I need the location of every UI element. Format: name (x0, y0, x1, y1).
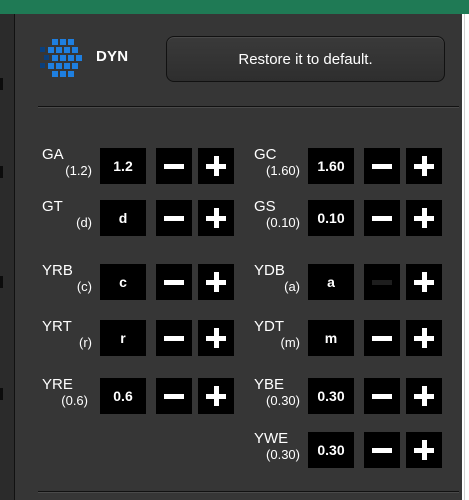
plus-icon (206, 386, 226, 406)
param-gt: GT (d) d (42, 198, 242, 238)
param-yrb: YRB (c) c (42, 262, 242, 302)
param-label: YWE (254, 430, 289, 447)
minus-icon (372, 335, 392, 341)
window-title-accent (0, 0, 469, 14)
plus-button[interactable] (198, 264, 234, 300)
param-label: GT (42, 198, 63, 215)
plus-button[interactable] (406, 148, 442, 184)
param-yrt: YRT (r) r (42, 318, 242, 358)
plus-icon (206, 156, 226, 176)
param-value: 1.2 (100, 148, 146, 184)
minus-button[interactable] (156, 264, 192, 300)
minus-icon (164, 335, 184, 341)
minus-button[interactable] (364, 432, 400, 468)
plus-icon (414, 440, 434, 460)
param-label: GA (42, 146, 64, 163)
minus-button[interactable] (156, 320, 192, 356)
param-yre: YRE (0.6) 0.6 (42, 376, 242, 416)
plus-button[interactable] (198, 200, 234, 236)
plus-icon (206, 208, 226, 228)
param-default: (c) (76, 279, 92, 294)
plus-button[interactable] (198, 148, 234, 184)
param-default: (0.10) (266, 215, 300, 230)
param-default: (0.6) (61, 393, 88, 408)
minus-icon (164, 279, 184, 285)
param-value: m (308, 320, 354, 356)
param-gs: GS (0.10) 0.10 (254, 198, 454, 238)
minus-button[interactable] (364, 200, 400, 236)
param-value: 1.60 (308, 148, 354, 184)
param-value: c (100, 264, 146, 300)
right-edge (462, 14, 469, 500)
minus-button[interactable] (156, 378, 192, 414)
divider-top (38, 106, 459, 108)
plus-button[interactable] (406, 432, 442, 468)
plus-icon (414, 156, 434, 176)
param-value: 0.30 (308, 378, 354, 414)
param-default: (1.60) (266, 163, 300, 178)
param-label: GS (254, 198, 276, 215)
plus-button[interactable] (198, 378, 234, 414)
param-label: GC (254, 146, 277, 163)
app-window: DYN Restore it to default. GA (1.2) 1.2 … (0, 0, 469, 500)
param-default: (0.30) (266, 393, 300, 408)
plus-icon (414, 208, 434, 228)
minus-icon (372, 215, 392, 221)
plus-button[interactable] (406, 200, 442, 236)
plus-icon (414, 328, 434, 348)
param-value: 0.30 (308, 432, 354, 468)
param-ydt: YDT (m) m (254, 318, 454, 358)
param-label: YBE (254, 376, 285, 393)
param-gc: GC (1.60) 1.60 (254, 146, 454, 186)
param-ydb: YDB (a) a (254, 262, 454, 302)
param-default: (d) (76, 215, 92, 230)
plus-icon (414, 272, 434, 292)
minus-button[interactable] (156, 200, 192, 236)
minus-button-disabled (364, 264, 400, 300)
plus-icon (414, 386, 434, 406)
minus-icon (372, 447, 392, 453)
minus-icon (164, 163, 184, 169)
plus-button[interactable] (406, 378, 442, 414)
param-ybe: YBE (0.30) 0.30 (254, 376, 454, 416)
param-value: r (100, 320, 146, 356)
param-default: (0.30) (266, 447, 300, 462)
plus-icon (206, 328, 226, 348)
minus-button[interactable] (156, 148, 192, 184)
param-label: YDT (254, 318, 284, 335)
minus-icon (164, 215, 184, 221)
minus-button[interactable] (364, 378, 400, 414)
settings-panel (15, 14, 462, 500)
param-default: (1.2) (65, 163, 92, 178)
param-default: (r) (79, 335, 92, 350)
dyn-logo-icon (37, 36, 93, 84)
param-label: YRB (42, 262, 73, 279)
param-value: a (308, 264, 354, 300)
left-side-strip (0, 14, 15, 500)
minus-button[interactable] (364, 148, 400, 184)
plus-button[interactable] (406, 264, 442, 300)
minus-icon (372, 163, 392, 169)
restore-default-button[interactable]: Restore it to default. (166, 36, 445, 82)
param-default: (a) (284, 279, 300, 294)
divider-bottom (38, 491, 459, 493)
param-value: d (100, 200, 146, 236)
param-default: (m) (280, 335, 301, 350)
logo-text: DYN (96, 48, 129, 65)
param-label: YDB (254, 262, 285, 279)
param-ywe: YWE (0.30) 0.30 (254, 430, 454, 470)
minus-icon (372, 279, 392, 285)
minus-icon (164, 393, 184, 399)
param-value: 0.10 (308, 200, 354, 236)
plus-icon (206, 272, 226, 292)
param-label: YRT (42, 318, 72, 335)
param-ga: GA (1.2) 1.2 (42, 146, 242, 186)
plus-button[interactable] (198, 320, 234, 356)
param-value: 0.6 (100, 378, 146, 414)
plus-button[interactable] (406, 320, 442, 356)
minus-button[interactable] (364, 320, 400, 356)
minus-icon (372, 393, 392, 399)
param-label: YRE (42, 376, 73, 393)
